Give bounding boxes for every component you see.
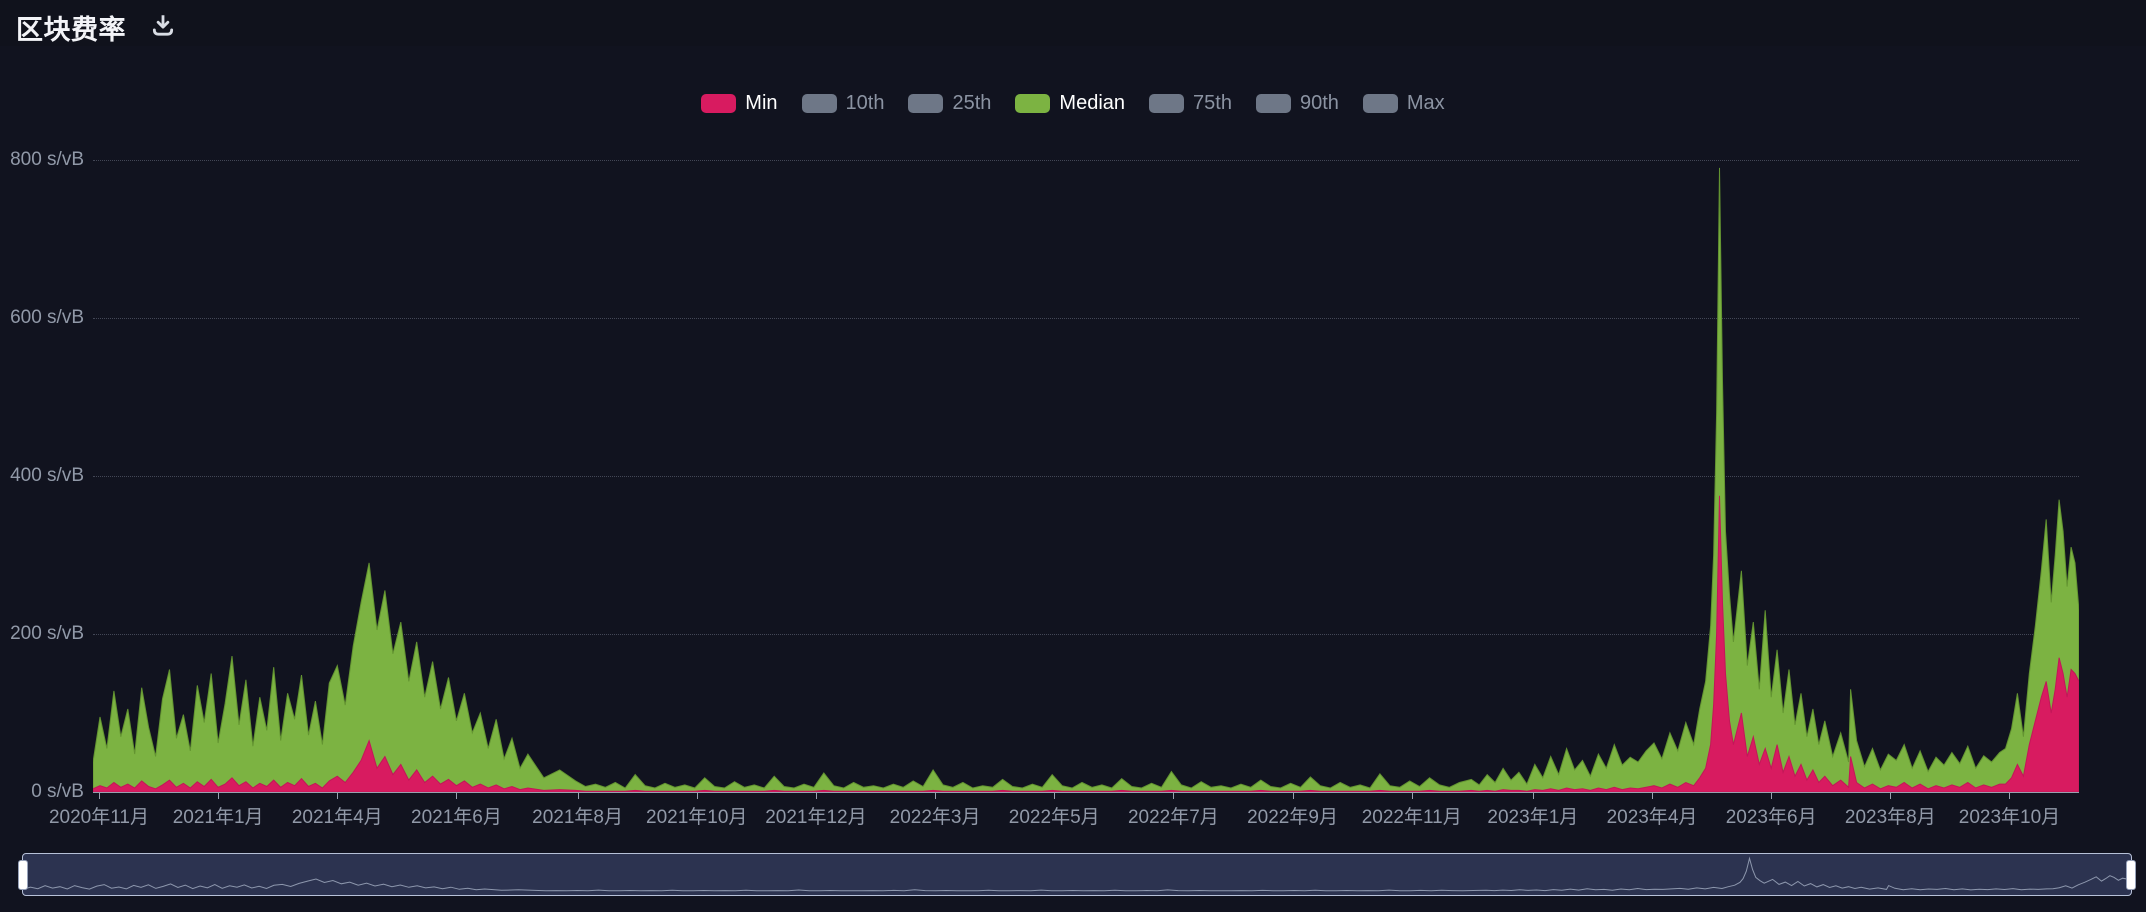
- block-fee-rates-chart-panel: 区块费率 Min 10th 25th Median 75th 90th Max 0 s/vB…: [0, 0, 2146, 912]
- x-axis-tick: [1173, 792, 1175, 799]
- legend-item-median[interactable]: Median: [1015, 92, 1125, 115]
- x-axis-tick: [1652, 792, 1653, 799]
- legend-swatch: [701, 94, 737, 113]
- x-axis-tick: [1054, 792, 1056, 799]
- x-axis-label: 2023年1月: [1487, 807, 1579, 828]
- legend-swatch: [1362, 94, 1398, 113]
- legend-label: 25th: [952, 92, 992, 114]
- x-axis-label: 2023年8月: [1844, 807, 1936, 828]
- x-axis-label: 2023年10月: [1958, 807, 2061, 828]
- legend-swatch: [908, 94, 944, 113]
- x-axis-label: 2021年8月: [532, 807, 623, 828]
- x-axis-label: 2021年10月: [646, 807, 748, 828]
- x-axis-tick: [696, 792, 698, 799]
- navigator-left-handle[interactable]: [18, 859, 28, 890]
- legend: Min 10th 25th Median 75th 90th Max: [0, 92, 2146, 115]
- navigator-series-line: [23, 856, 2131, 892]
- x-axis-tick: [577, 792, 579, 799]
- legend-label: Median: [1059, 92, 1126, 114]
- y-axis-label: 200 s/vB: [10, 623, 84, 644]
- x-axis-label: 2022年11月: [1361, 807, 1462, 828]
- x-axis-label: 2023年6月: [1725, 807, 1817, 828]
- x-axis-label: 2022年7月: [1127, 807, 1219, 828]
- x-axis-label: 2021年1月: [172, 807, 264, 828]
- x-axis-label: 2021年12月: [765, 807, 867, 828]
- download-button[interactable]: [150, 12, 180, 40]
- legend-item-25th[interactable]: 25th: [908, 92, 991, 115]
- x-axis-label: 2022年5月: [1008, 807, 1100, 828]
- x-axis-tick: [1411, 792, 1413, 799]
- page-title: 区块费率: [16, 15, 126, 45]
- x-axis-label: 2020年11月: [48, 807, 149, 828]
- x-axis-label: 2022年9月: [1247, 807, 1338, 828]
- x-axis-label: 2021年6月: [411, 807, 502, 828]
- x-axis-tick: [1292, 792, 1294, 799]
- x-axis-tick: [218, 792, 220, 799]
- legend-label: Min: [745, 92, 778, 114]
- legend-item-min[interactable]: Min: [701, 92, 778, 115]
- x-axis-line: [93, 792, 2079, 793]
- legend-label: 10th: [845, 92, 885, 114]
- navigator-mini-chart: [23, 856, 2131, 892]
- range-navigator[interactable]: [18, 853, 2136, 896]
- legend-label: 90th: [1299, 92, 1339, 114]
- y-axis-label: 600 s/vB: [10, 307, 84, 328]
- legend-item-max[interactable]: Max: [1362, 92, 1445, 115]
- x-axis-label: 2023年4月: [1606, 807, 1698, 828]
- legend-label: Max: [1406, 92, 1445, 114]
- header-bar: 区块费率: [0, 0, 2146, 46]
- legend-swatch: [801, 94, 837, 113]
- navigator-right-handle[interactable]: [2126, 859, 2136, 890]
- legend-swatch: [1255, 94, 1291, 113]
- x-axis-tick: [456, 792, 458, 799]
- x-axis-label: 2022年3月: [889, 807, 981, 828]
- y-axis-label: 0 s/vB: [31, 781, 84, 802]
- x-axis-label: 2021年4月: [291, 807, 383, 828]
- download-icon: [150, 12, 180, 38]
- legend-swatch: [1149, 94, 1185, 113]
- legend-item-90th[interactable]: 90th: [1255, 92, 1339, 115]
- legend-item-75th[interactable]: 75th: [1149, 92, 1232, 115]
- x-axis-tick: [98, 792, 100, 799]
- legend-item-10th[interactable]: 10th: [801, 92, 885, 115]
- x-axis-tick: [2009, 792, 2011, 799]
- x-axis-tick: [337, 792, 339, 799]
- x-axis-tick: [815, 792, 817, 799]
- legend-swatch: [1015, 94, 1051, 113]
- x-axis-tick: [935, 792, 937, 799]
- y-axis-label: 800 s/vB: [10, 149, 84, 170]
- x-axis-tick: [1771, 792, 1773, 799]
- y-axis-label: 400 s/vB: [10, 465, 84, 486]
- median-area-series: [93, 167, 2079, 792]
- plot-area[interactable]: [93, 130, 2079, 792]
- x-axis-tick: [1532, 792, 1534, 799]
- x-axis-tick: [1890, 792, 1892, 799]
- legend-label: 75th: [1193, 92, 1232, 114]
